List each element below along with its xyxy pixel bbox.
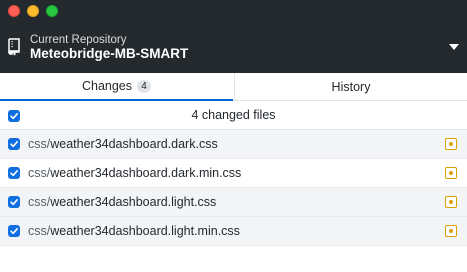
select-all-checkbox[interactable]	[8, 110, 20, 122]
repository-name: Meteobridge-MB-SMART	[30, 46, 189, 61]
file-include-checkbox[interactable]	[8, 225, 20, 237]
file-path: css/weather34dashboard.dark.min.css	[28, 159, 241, 188]
minimize-window-button[interactable]	[27, 5, 39, 17]
file-path: css/weather34dashboard.dark.css	[28, 130, 218, 159]
changed-files-summary: 4 changed files	[191, 108, 276, 122]
maximize-window-button[interactable]	[46, 5, 58, 17]
file-directory: css/	[28, 195, 51, 209]
file-row[interactable]: css/weather34dashboard.light.min.css	[0, 217, 467, 246]
file-directory: css/	[28, 166, 51, 180]
file-row[interactable]: css/weather34dashboard.light.css	[0, 188, 467, 217]
close-window-button[interactable]	[8, 5, 20, 17]
changes-list-header: 4 changed files	[0, 101, 467, 130]
file-path: css/weather34dashboard.light.css	[28, 188, 216, 217]
file-include-checkbox[interactable]	[8, 167, 20, 179]
modified-icon	[445, 225, 457, 237]
file-name: weather34dashboard.dark.min.css	[50, 166, 242, 180]
modified-icon	[445, 196, 457, 208]
modified-icon	[445, 138, 457, 150]
file-path: css/weather34dashboard.light.min.css	[28, 217, 240, 246]
tab-changes-label: Changes	[81, 79, 133, 93]
checkmark-icon	[10, 228, 18, 235]
file-directory: css/	[28, 224, 51, 238]
file-name: weather34dashboard.light.min.css	[50, 224, 240, 238]
file-row[interactable]: css/weather34dashboard.dark.css	[0, 130, 467, 159]
title-bar: Current Repository Meteobridge-MB-SMART	[0, 0, 467, 73]
checkmark-icon	[10, 113, 18, 120]
tab-history[interactable]: History	[234, 73, 467, 101]
file-row[interactable]: css/weather34dashboard.dark.min.css	[0, 159, 467, 188]
file-directory: css/	[28, 137, 51, 151]
changes-count-badge: 4	[137, 79, 152, 93]
tab-bar: Changes 4 History	[0, 73, 467, 101]
file-include-checkbox[interactable]	[8, 138, 20, 150]
checkmark-icon	[10, 141, 18, 148]
repository-icon	[8, 38, 20, 56]
checkmark-icon	[10, 199, 18, 206]
repository-caption: Current Repository	[30, 34, 127, 46]
file-name: weather34dashboard.dark.css	[50, 137, 218, 151]
file-include-checkbox[interactable]	[8, 196, 20, 208]
checkmark-icon	[10, 170, 18, 177]
tab-changes[interactable]: Changes 4	[0, 73, 233, 101]
chevron-down-icon[interactable]	[449, 44, 459, 50]
modified-icon	[445, 167, 457, 179]
current-repository-selector[interactable]: Current Repository Meteobridge-MB-SMART	[0, 24, 467, 72]
tab-history-label: History	[331, 80, 371, 94]
file-name: weather34dashboard.light.css	[50, 195, 217, 209]
